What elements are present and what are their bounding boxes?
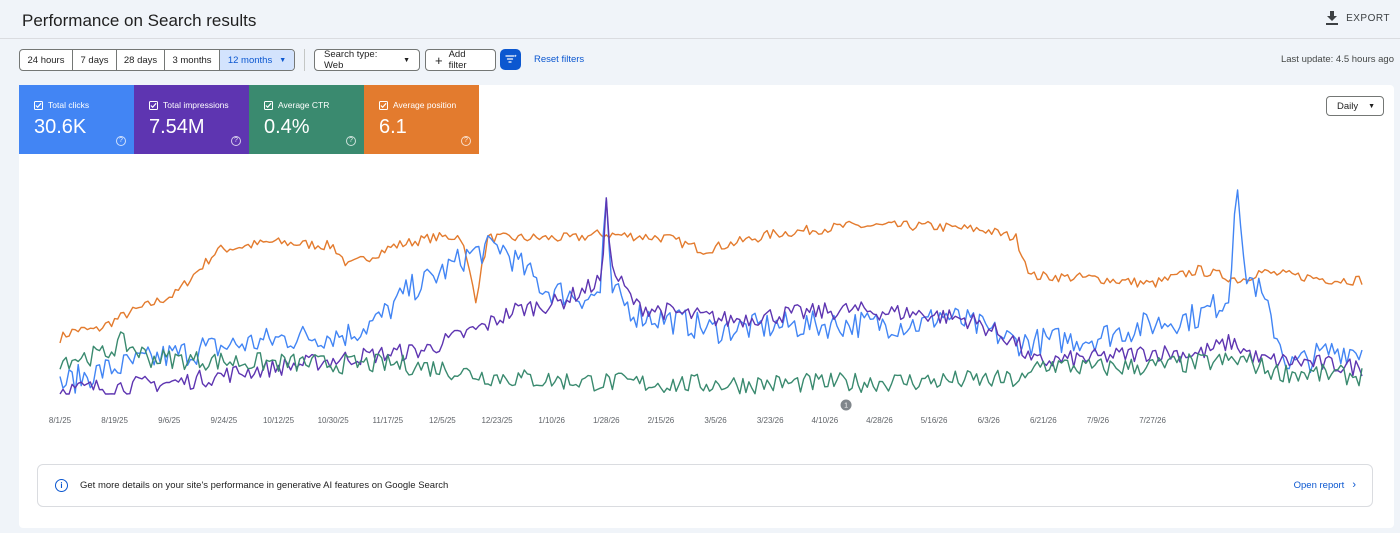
x-tick-label: 7/9/26 (1087, 416, 1110, 425)
last-update-text: Last update: 4.5 hours ago (1280, 54, 1394, 65)
metric-label-row: Average CTR (264, 100, 329, 110)
x-tick-label: 1/28/26 (593, 416, 620, 425)
info-icon: i (55, 479, 68, 492)
checkbox-checked-icon (149, 100, 158, 110)
metric-label-row: Total impressions (149, 100, 229, 110)
banner-text: Get more details on your site's performa… (80, 480, 449, 491)
x-tick-label: 9/6/25 (158, 416, 181, 425)
x-tick-label: 2/15/26 (648, 416, 675, 425)
metric-label-row: Average position (379, 100, 456, 110)
divider (304, 49, 305, 71)
search-type-dropdown[interactable]: Search type: Web ▼ (314, 49, 420, 71)
metric-value: 30.6K (34, 116, 87, 138)
x-tick-label: 8/1/25 (49, 416, 72, 425)
metric-label: Total impressions (163, 100, 229, 110)
reset-filters-link[interactable]: Reset filters (534, 54, 584, 65)
x-tick-label: 6/3/26 (978, 416, 1001, 425)
help-icon[interactable]: ? (461, 136, 471, 146)
metric-label: Average position (393, 100, 457, 110)
x-tick-label: 1/10/26 (538, 416, 565, 425)
plus-icon: + (435, 52, 443, 68)
performance-card: 8/1/25 8/19/25 9/6/25 9/24/25 10/12/25 10/30/… (19, 85, 1394, 528)
filter-options-button[interactable] (500, 49, 521, 70)
x-tick-label: 9/24/25 (211, 416, 238, 425)
ai-features-banner: i Get more details on your site's perfor… (37, 464, 1373, 507)
series-line-average-ctr (59, 331, 1363, 395)
x-tick-label: 6/21/26 (1030, 416, 1057, 425)
range-12-months[interactable]: 12 months ▼ (220, 50, 294, 70)
page-header: Performance on Search results EXPORT (0, 0, 1400, 39)
open-report-link[interactable]: Open report › (1293, 479, 1356, 492)
x-tick-label: 12/5/25 (429, 416, 456, 425)
x-tick-label: 3/5/26 (704, 416, 727, 425)
checkbox-checked-icon (264, 100, 273, 110)
range-28-days[interactable]: 28 days (117, 50, 165, 70)
x-tick-label: 5/16/26 (921, 416, 948, 425)
x-tick-label: 8/19/25 (101, 416, 128, 425)
x-tick-label: 10/12/25 (263, 416, 295, 425)
checkbox-checked-icon (379, 100, 388, 110)
x-tick-label: 7/27/26 (1139, 416, 1166, 425)
metric-value: 6.1 (379, 116, 407, 138)
range-24-hours[interactable]: 24 hours (20, 50, 73, 70)
export-button[interactable]: EXPORT (1326, 11, 1390, 25)
date-range-selector: 24 hours 7 days 28 days 3 months 12 mont… (19, 49, 295, 71)
x-tick-label: 11/17/25 (373, 416, 404, 425)
range-3-months[interactable]: 3 months (165, 50, 220, 70)
range-7-days[interactable]: 7 days (73, 50, 117, 70)
x-tick-label: 12/23/25 (481, 416, 513, 425)
help-icon[interactable]: ? (231, 136, 241, 146)
caret-down-icon: ▼ (1368, 102, 1375, 110)
download-icon (1326, 11, 1339, 25)
x-tick-label: 4/10/26 (811, 416, 838, 425)
help-icon[interactable]: ? (346, 136, 356, 146)
annotation-label: 1 (844, 403, 848, 410)
chevron-right-icon: › (1352, 479, 1356, 491)
range-12-months-label: 12 months (227, 54, 273, 66)
page-title: Performance on Search results (22, 11, 257, 30)
search-type-label: Search type: Web (324, 49, 378, 71)
filter-bar: 24 hours 7 days 28 days 3 months 12 mont… (19, 49, 1394, 71)
open-report-label: Open report (1293, 480, 1345, 491)
add-filter-button[interactable]: + Add filter (425, 49, 496, 71)
metric-total-clicks[interactable]: Total clicks 30.6K ? (19, 85, 134, 154)
metric-label: Total clicks (48, 100, 90, 110)
x-tick-label: 4/28/26 (866, 416, 893, 425)
checkbox-checked-icon (34, 100, 43, 110)
granularity-label: Daily (1337, 100, 1359, 112)
metric-value: 0.4% (264, 116, 310, 138)
metric-average-position[interactable]: Average position 6.1 ? (364, 85, 479, 154)
caret-down-icon: ▼ (403, 56, 410, 64)
metric-value: 7.54M (149, 116, 205, 138)
x-tick-label: 10/30/25 (318, 416, 350, 425)
caret-down-icon: ▼ (279, 56, 287, 64)
metric-total-impressions[interactable]: Total impressions 7.54M ? (134, 85, 249, 154)
help-icon[interactable]: ? (116, 136, 126, 146)
x-tick-label: 3/23/26 (757, 416, 784, 425)
export-label: EXPORT (1346, 12, 1390, 24)
metric-label: Average CTR (278, 100, 330, 110)
filter-icon (504, 54, 517, 63)
metric-label-row: Total clicks (34, 100, 89, 110)
metric-average-ctr[interactable]: Average CTR 0.4% ? (249, 85, 364, 154)
add-filter-label: Add filter (448, 49, 467, 71)
granularity-dropdown[interactable]: Daily ▼ (1326, 96, 1384, 116)
